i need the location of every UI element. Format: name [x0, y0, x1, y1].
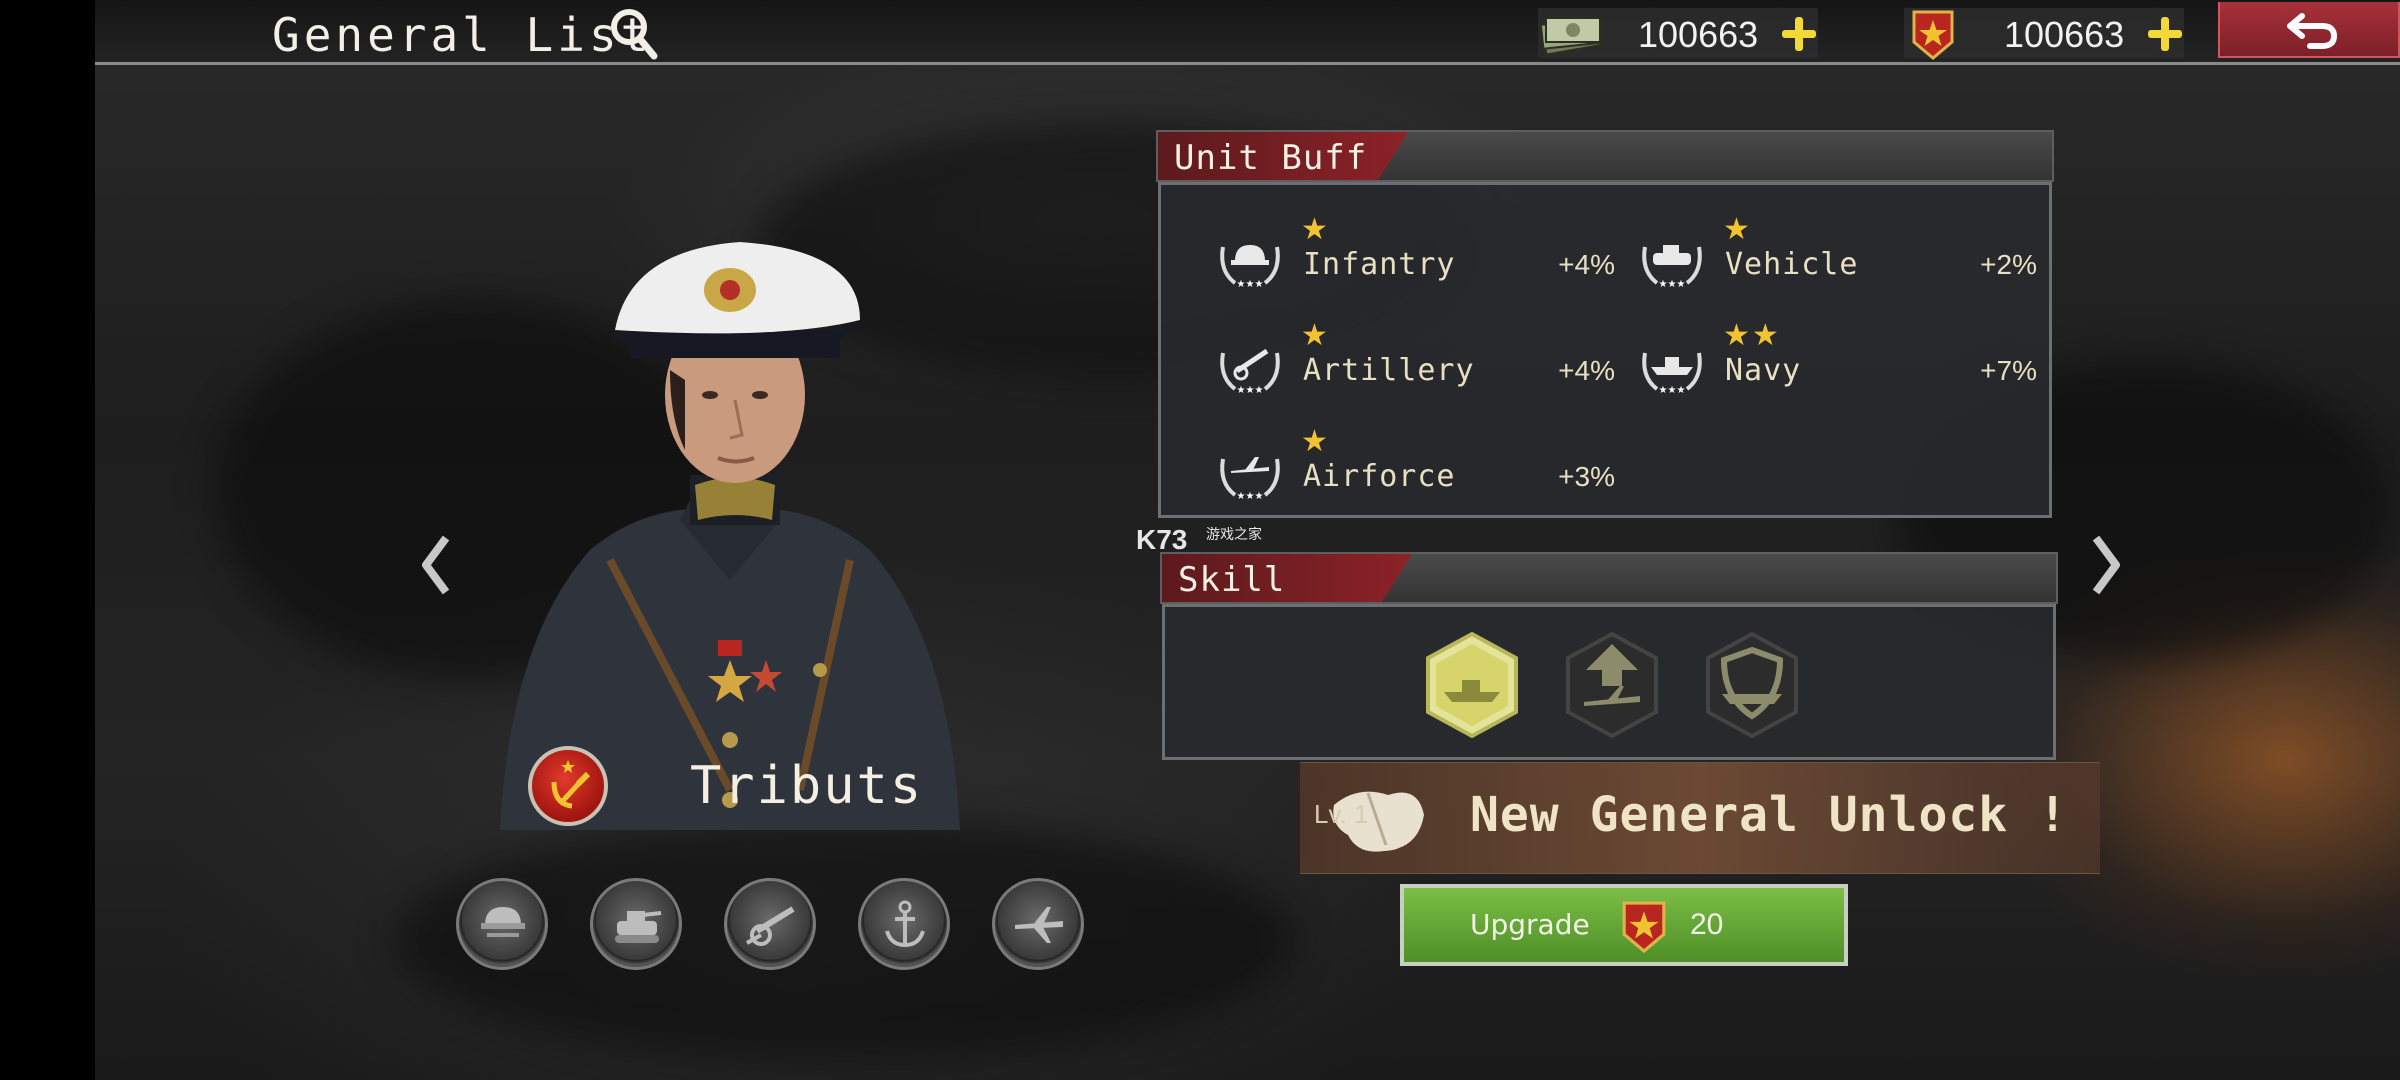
- cash-counter: 100663: [1538, 8, 1818, 58]
- unit-buff-header: Unit Buff: [1156, 130, 2054, 182]
- naval-shield-skill-icon[interactable]: [1702, 630, 1802, 740]
- skill-header: Skill: [1160, 552, 2058, 604]
- add-cash-plus-icon[interactable]: [1780, 15, 1818, 53]
- artillery-medal-icon[interactable]: [724, 878, 816, 970]
- infantry-emblem-icon: ★★★: [1220, 245, 1280, 290]
- general-portrait: [500, 242, 960, 830]
- search-icon[interactable]: [608, 6, 660, 60]
- svg-text:★★★: ★★★: [1237, 279, 1264, 290]
- star-badge-icon: [1622, 901, 1666, 954]
- general-name: Tributs: [690, 756, 924, 816]
- next-general-chevron-icon[interactable]: [2086, 530, 2126, 600]
- previous-general-chevron-icon[interactable]: [416, 530, 456, 600]
- upgrade-button[interactable]: Upgrade 20: [1400, 884, 1848, 966]
- medal-counter: 100663: [1904, 8, 2184, 60]
- unlock-text: New General Unlock !: [1470, 787, 2068, 843]
- vehicle-medal-icon[interactable]: [590, 878, 682, 970]
- watermark-subtitle: 游戏之家: [1206, 527, 1262, 543]
- new-general-unlock-banner: Lv. 1 New General Unlock !: [1300, 762, 2100, 874]
- buff-infantry: ★★★ ★ Infantry +4%: [1215, 213, 1615, 303]
- back-arrow-icon: [2287, 13, 2338, 49]
- hammer-sickle-icon: [528, 746, 608, 826]
- buff-airforce: ★★★ ★ Airforce +3%: [1215, 425, 1615, 515]
- airforce-emblem-icon: ★★★: [1220, 457, 1280, 502]
- artillery-emblem-icon: ★★★: [1220, 348, 1280, 396]
- skill-title: Skill: [1178, 560, 1286, 600]
- naval-bombard-skill-icon[interactable]: [1422, 630, 1522, 740]
- buff-vehicle: ★★★ ★ Vehicle +2%: [1637, 213, 2037, 303]
- cash-value: 100663: [1638, 14, 1759, 55]
- buff-navy: ★★★ ★★ Navy +7%: [1637, 319, 2037, 409]
- unlock-level: Lv. 1: [1314, 799, 1369, 829]
- upgrade-label: Upgrade: [1470, 908, 1590, 941]
- infantry-medal-icon[interactable]: [456, 878, 548, 970]
- unit-medal-row: [456, 878, 1086, 970]
- vehicle-emblem-icon: ★★★: [1642, 245, 1702, 290]
- cash-icon: [1539, 17, 1601, 56]
- upgrade-cost: 20: [1690, 908, 1724, 941]
- svg-text:★★★: ★★★: [1659, 279, 1686, 290]
- buff-artillery: ★★★ ★ Artillery +4%: [1215, 319, 1615, 409]
- svg-text:★★★: ★★★: [1659, 385, 1686, 396]
- air-strike-skill-icon[interactable]: [1562, 630, 1662, 740]
- airforce-medal-icon[interactable]: [992, 878, 1084, 970]
- navy-emblem-icon: ★★★: [1642, 352, 1702, 396]
- star-badge-icon: [1912, 10, 1954, 60]
- add-medals-plus-icon[interactable]: [2146, 15, 2184, 53]
- back-button[interactable]: [2218, 2, 2400, 58]
- page-title: General List: [272, 8, 653, 62]
- svg-text:★★★: ★★★: [1237, 385, 1264, 396]
- top-bar-divider: [95, 62, 2400, 65]
- unit-buff-panel: ★★★ ★ Infantry +4% ★★★ ★ Vehicle +2% ★★★…: [1158, 182, 2052, 518]
- unit-buff-title: Unit Buff: [1174, 138, 1368, 178]
- svg-text:★★★: ★★★: [1237, 491, 1264, 502]
- navy-medal-icon[interactable]: [858, 878, 950, 970]
- medal-value: 100663: [2004, 14, 2125, 55]
